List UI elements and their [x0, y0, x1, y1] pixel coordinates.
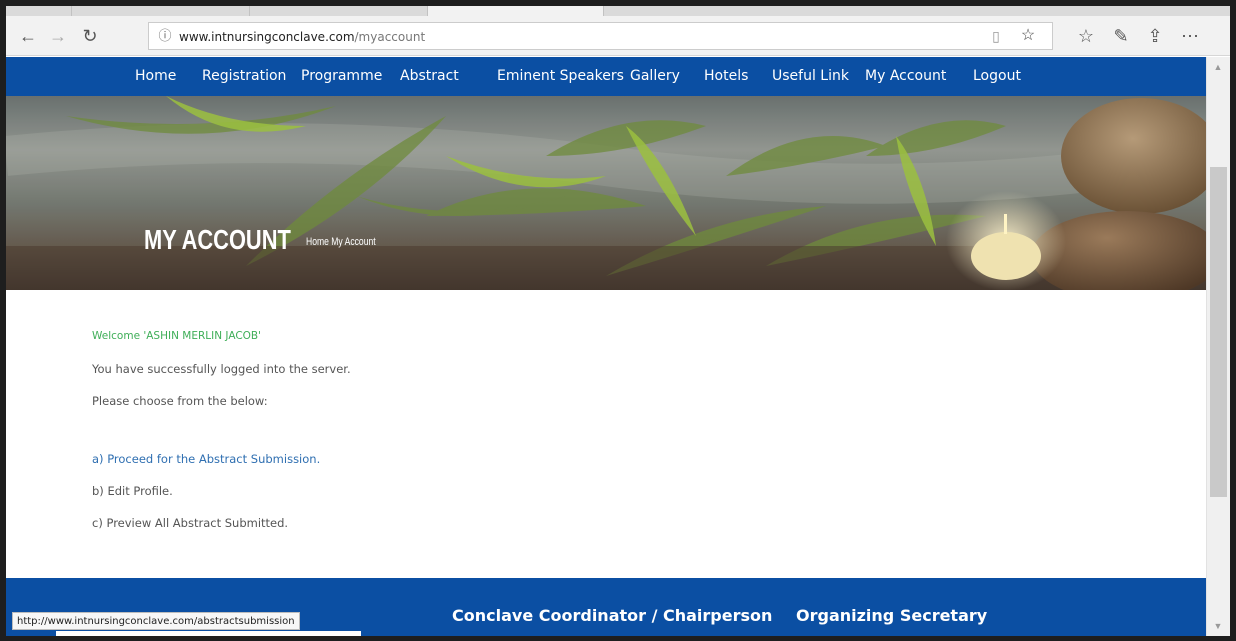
nav-home[interactable]: Home — [135, 68, 176, 84]
status-bar-strip — [56, 631, 361, 636]
info-icon[interactable]: ⓘ — [157, 28, 173, 44]
tab[interactable] — [72, 6, 250, 16]
breadcrumb-current: My Account — [331, 236, 376, 248]
footer-secretary-heading: Organizing Secretary — [796, 606, 988, 625]
url-text[interactable]: www.intnursingconclave.com/myaccount — [179, 30, 425, 44]
forward-arrow-icon[interactable]: → — [46, 24, 70, 48]
refresh-icon[interactable]: ↻ — [78, 24, 102, 48]
status-link-preview: http://www.intnursingconclave.com/abstra… — [12, 612, 300, 630]
edit-profile-link[interactable]: b) Edit Profile. — [92, 484, 173, 498]
favorite-star-icon[interactable]: ☆ — [1019, 27, 1037, 45]
tab[interactable] — [6, 6, 72, 16]
login-success-text: You have successfully logged into the se… — [92, 362, 351, 376]
browser-window: ← → ↻ ⓘ www.intnursingconclave.com/myacc… — [6, 6, 1230, 636]
favorites-list-icon[interactable]: ☆ — [1074, 24, 1098, 48]
tab-active[interactable] — [428, 6, 604, 16]
nav-gallery[interactable]: Gallery — [630, 68, 680, 84]
back-arrow-icon[interactable]: ← — [16, 24, 40, 48]
nav-abstract[interactable]: Abstract — [400, 68, 459, 84]
nav-programme[interactable]: Programme — [301, 68, 382, 84]
page-scrollbar[interactable]: ▲ ▼ — [1206, 57, 1230, 636]
share-icon[interactable]: ⇪ — [1143, 24, 1167, 48]
more-icon[interactable]: ⋯ — [1178, 24, 1202, 48]
scrollbar-thumb[interactable] — [1210, 167, 1227, 497]
nav-eminent-speakers[interactable]: Eminent Speakers — [497, 68, 624, 84]
browser-toolbar: ← → ↻ ⓘ www.intnursingconclave.com/myacc… — [6, 16, 1230, 56]
breadcrumb: Home My Account — [306, 236, 376, 248]
tab[interactable] — [250, 6, 428, 16]
footer-coordinator-heading: Conclave Coordinator / Chairperson — [452, 606, 773, 625]
page-title: MY ACCOUNT — [144, 224, 291, 255]
nav-logout[interactable]: Logout — [973, 68, 1021, 84]
nav-my-account[interactable]: My Account — [865, 68, 946, 84]
bamboo-stones-illustration — [6, 96, 1206, 290]
nav-registration[interactable]: Registration — [202, 68, 286, 84]
welcome-message: Welcome 'ASHIN MERLIN JACOB' — [92, 330, 262, 342]
nav-hotels[interactable]: Hotels — [704, 68, 748, 84]
url-host: www.intnursingconclave.com — [179, 30, 355, 44]
pen-icon[interactable]: ✎ — [1109, 24, 1133, 48]
reading-view-icon[interactable]: ▯ — [987, 28, 1005, 44]
main-nav: Home Registration Programme Abstract Emi… — [6, 57, 1206, 96]
main-content: Welcome 'ASHIN MERLIN JACOB' You have su… — [6, 290, 1206, 578]
url-path: /myaccount — [354, 30, 426, 44]
scroll-up-icon[interactable]: ▲ — [1212, 61, 1224, 73]
address-bar[interactable]: ⓘ www.intnursingconclave.com/myaccount ▯… — [148, 22, 1053, 50]
scroll-down-icon[interactable]: ▼ — [1212, 620, 1224, 632]
preview-abstracts-link[interactable]: c) Preview All Abstract Submitted. — [92, 516, 288, 530]
abstract-submission-link[interactable]: a) Proceed for the Abstract Submission. — [92, 452, 320, 466]
choose-instruction: Please choose from the below: — [92, 394, 268, 408]
nav-useful-link[interactable]: Useful Link — [772, 68, 849, 84]
hero-banner: MY ACCOUNT Home My Account — [6, 96, 1206, 290]
breadcrumb-home[interactable]: Home — [306, 236, 329, 248]
tab-strip — [6, 6, 1230, 16]
